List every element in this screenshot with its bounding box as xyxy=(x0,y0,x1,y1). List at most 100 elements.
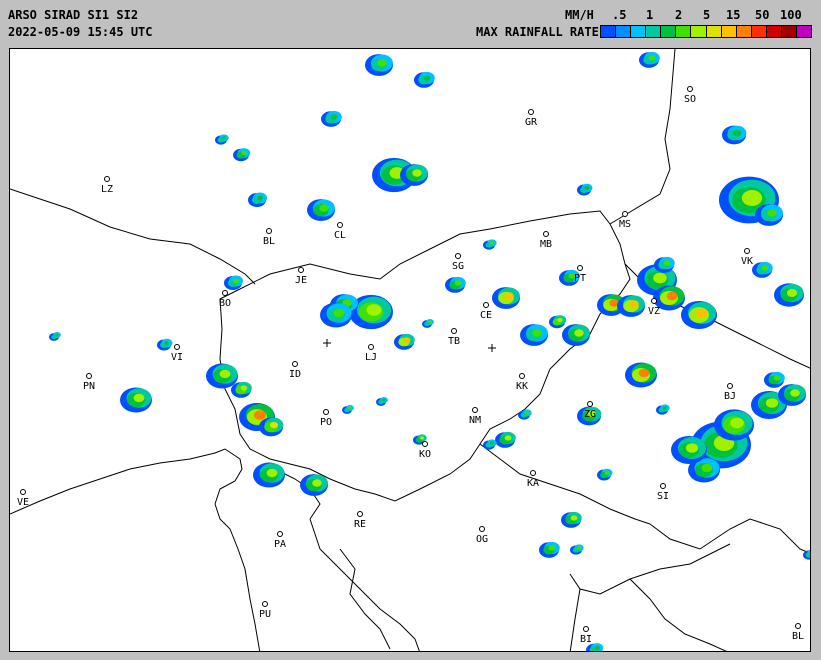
city-marker-icon xyxy=(422,441,428,447)
city-label: BL xyxy=(263,236,275,247)
city-marker-icon xyxy=(519,373,525,379)
rain-cell xyxy=(584,186,590,190)
rain-cell xyxy=(662,406,668,410)
rain-cell xyxy=(269,421,279,429)
rainfall-color-scale xyxy=(600,25,812,38)
rain-cell xyxy=(428,320,432,324)
rain-cell xyxy=(574,329,584,337)
rain-cell xyxy=(786,289,798,297)
city-label: VI xyxy=(171,352,183,363)
city-marker-icon xyxy=(174,344,180,350)
border-se xyxy=(569,588,581,651)
city-label: RE xyxy=(354,519,366,530)
city-label: BJ xyxy=(724,391,736,402)
rain-cell xyxy=(240,385,248,391)
rain-cell xyxy=(55,333,59,337)
city-label: VZ xyxy=(648,306,660,317)
city-label: PO xyxy=(320,417,332,428)
rain-cell xyxy=(570,515,578,521)
rain-cell xyxy=(604,471,610,475)
border-croatia xyxy=(479,443,651,525)
rain-cell xyxy=(648,55,656,61)
coastline xyxy=(10,448,261,651)
rain-cell xyxy=(638,368,650,378)
legend-swatch xyxy=(601,26,617,37)
city-label: KK xyxy=(516,381,528,392)
city-marker-icon xyxy=(543,231,549,237)
city-marker-icon xyxy=(86,373,92,379)
radar-map[interactable]: GR SO LZ BL CL MS MB VK SG JE PT BO CE VZ TB LJ VI PN ID KK… xyxy=(9,48,811,652)
city-label: JE xyxy=(295,275,307,286)
legend-tick: 50 xyxy=(755,8,770,22)
legend-title: MAX RAINFALL RATE xyxy=(476,25,599,39)
city-marker-icon xyxy=(451,328,457,334)
rain-cell xyxy=(557,317,563,323)
rain-cell xyxy=(594,645,600,651)
city-marker-icon xyxy=(587,401,593,407)
city-label: PN xyxy=(83,381,95,392)
border-south xyxy=(569,543,731,595)
rain-cell xyxy=(253,410,267,420)
city-marker-icon xyxy=(222,290,228,296)
rain-cell xyxy=(266,468,278,478)
city-label: PU xyxy=(259,609,271,620)
city-marker-icon xyxy=(530,470,536,476)
radar-site-icon xyxy=(323,339,331,347)
border-east xyxy=(649,518,810,554)
city-marker-icon xyxy=(368,344,374,350)
border-bih xyxy=(629,578,727,651)
city-label: VE xyxy=(17,497,29,508)
rain-cell xyxy=(741,190,763,206)
radar-map-canvas: GR SO LZ BL CL MS MB VK SG JE PT BO CE VZ TB LJ VI PN ID KK… xyxy=(10,49,810,651)
legend-tick: 2 xyxy=(675,8,683,22)
rain-cell xyxy=(419,436,425,440)
city-label: SO xyxy=(684,94,696,105)
city-marker-icon xyxy=(583,626,589,632)
rain-cell xyxy=(790,389,800,397)
rain-cell xyxy=(548,545,556,551)
city-marker-icon xyxy=(483,302,489,308)
rain-cell xyxy=(765,398,779,408)
rain-cell xyxy=(773,375,781,381)
rain-cell xyxy=(219,369,231,379)
city-label: OG xyxy=(476,534,488,545)
precipitation-layer xyxy=(49,51,810,651)
rain-cell xyxy=(454,280,462,286)
city-label: LZ xyxy=(101,184,113,195)
radar-site-icon xyxy=(488,344,496,352)
rain-cell xyxy=(382,398,386,402)
city-label: CE xyxy=(480,310,492,321)
rain-cell xyxy=(333,308,345,318)
city-label: MS xyxy=(619,219,631,230)
rain-cell xyxy=(730,417,744,429)
city-label: PT xyxy=(574,273,586,284)
city-marker-icon xyxy=(323,409,329,415)
legend-swatch xyxy=(721,26,737,37)
rain-cell xyxy=(232,278,240,284)
city-marker-icon xyxy=(266,228,272,234)
legend-swatch xyxy=(631,26,647,37)
coastline xyxy=(309,518,420,651)
city-marker-icon xyxy=(651,298,657,304)
coastline xyxy=(339,548,391,650)
legend-swatch xyxy=(736,26,752,37)
legend-swatch xyxy=(676,26,692,37)
city-label: ZG xyxy=(584,409,596,420)
rain-cell xyxy=(761,265,769,271)
rain-cell xyxy=(489,441,495,445)
city-label: SG xyxy=(452,261,464,272)
timestamp: 2022-05-09 15:45 UTC xyxy=(8,25,153,39)
legend-swatch xyxy=(781,26,798,37)
rain-cell xyxy=(403,337,411,343)
legend-tick: .5 xyxy=(612,8,627,22)
rain-cell xyxy=(221,136,227,140)
city-marker-icon xyxy=(472,407,478,413)
rain-cell xyxy=(377,59,387,67)
city-marker-icon xyxy=(727,383,733,389)
legend-tick: 15 xyxy=(726,8,741,22)
city-marker-icon xyxy=(744,248,750,254)
rain-cell xyxy=(685,443,699,453)
city-label: KO xyxy=(419,449,431,460)
legend-swatch xyxy=(706,26,722,37)
city-marker-icon xyxy=(577,265,583,271)
